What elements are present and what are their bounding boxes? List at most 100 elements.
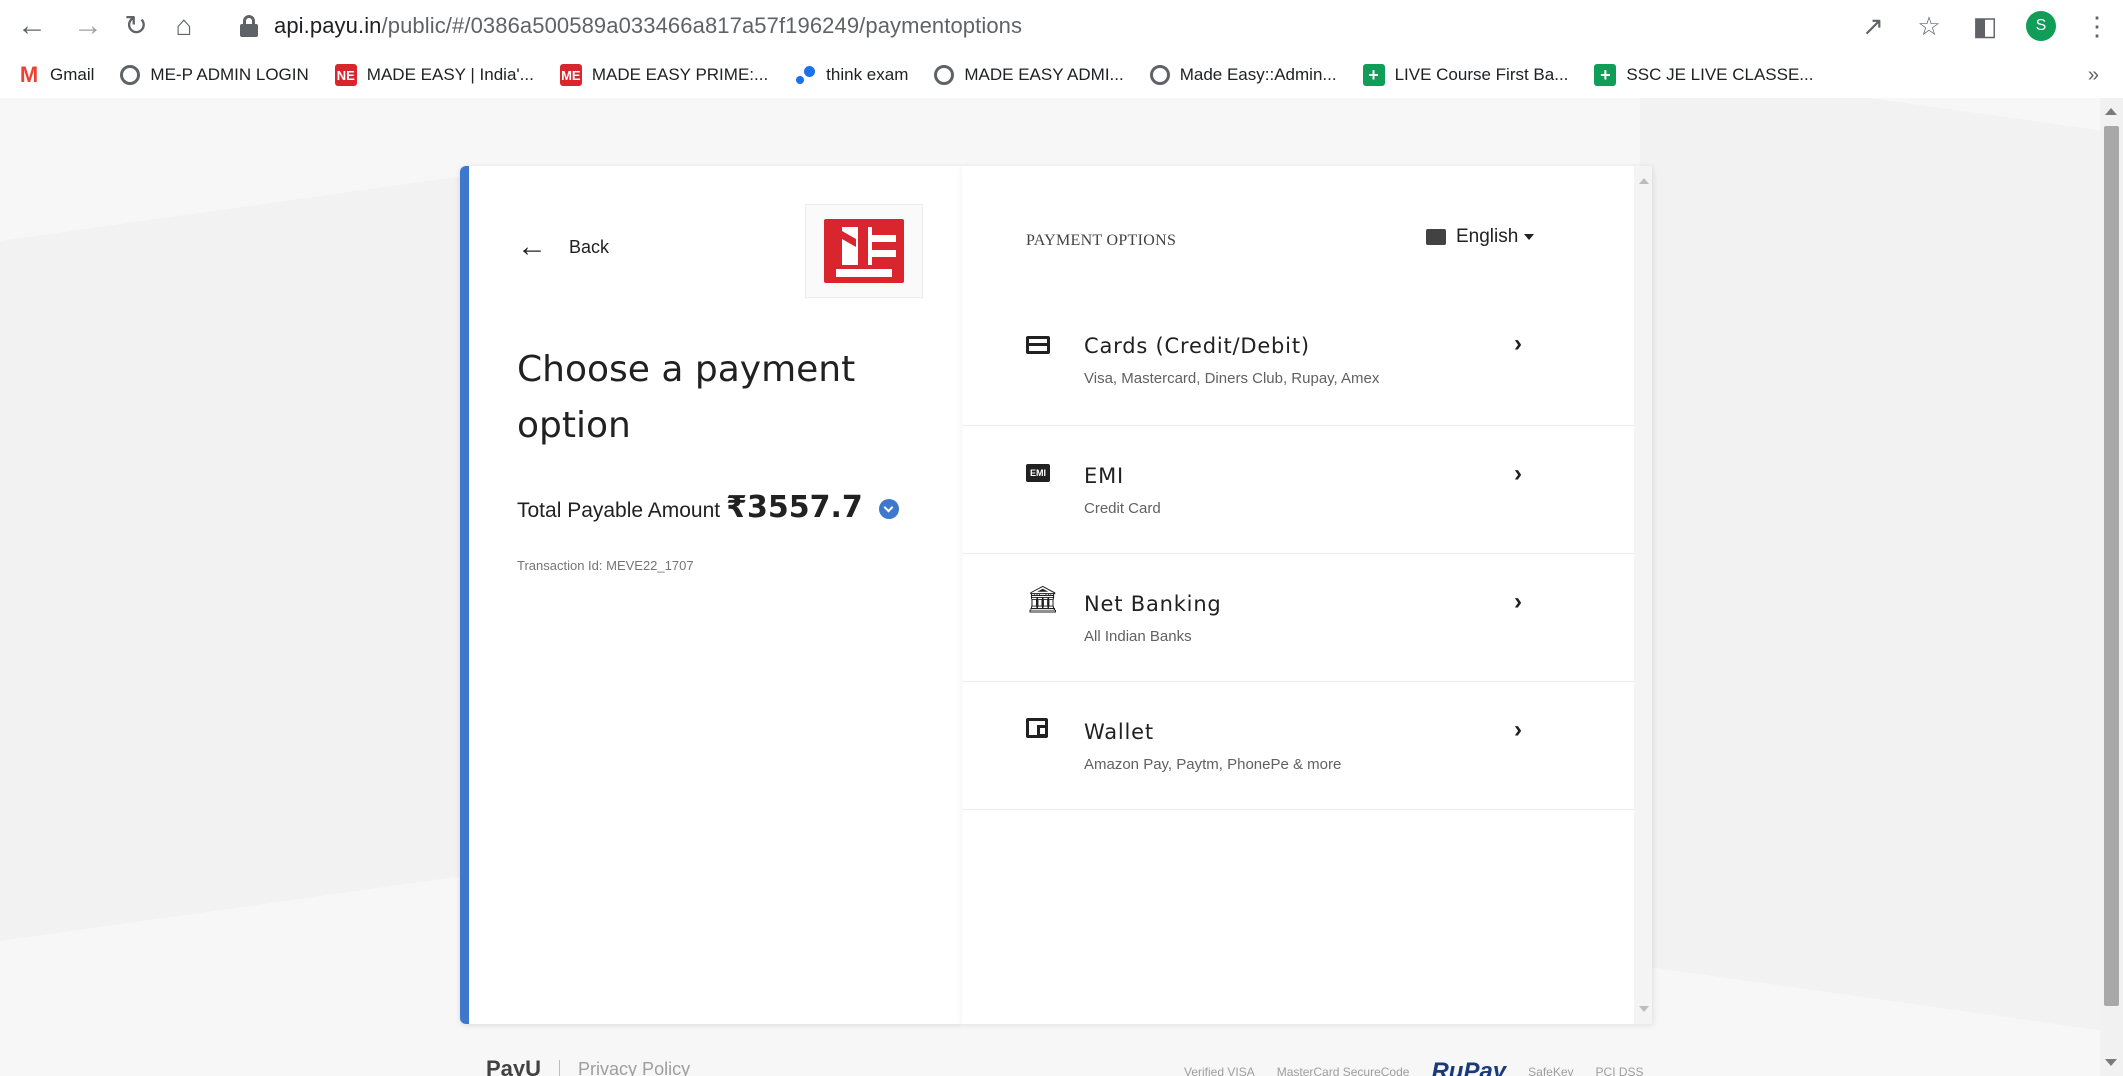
lock-icon[interactable]	[238, 14, 260, 38]
url-path: /public/#/0386a500589a033466a817a57f1962…	[381, 13, 1023, 38]
made-easy-icon: NE	[334, 64, 357, 86]
badge-mastercard: MasterCard SecureCode	[1276, 1065, 1410, 1076]
chevron-right-icon: ›	[1514, 330, 1522, 357]
merchant-logo	[805, 204, 923, 298]
language-selector[interactable]: English	[1426, 226, 1535, 248]
page-scrollbar[interactable]	[2100, 98, 2123, 1076]
order-summary-panel: ← Back Choose a payment option Total Pay…	[460, 166, 962, 1024]
payment-options-title: PAYMENT OPTIONS	[1026, 232, 1177, 249]
options-scrollbar[interactable]	[1634, 166, 1652, 1024]
back-button[interactable]: ← Back	[517, 232, 609, 262]
url-host: api.payu.in	[274, 13, 382, 38]
sheets-icon: +	[1362, 64, 1385, 86]
share-icon[interactable]: ↗	[1853, 6, 1893, 46]
back-arrow-icon[interactable]: ←	[14, 8, 50, 44]
chevron-right-icon: ›	[1514, 460, 1522, 487]
made-easy-prime-icon: ME	[559, 64, 582, 86]
menu-icon[interactable]: ⋮	[2077, 6, 2117, 46]
option-title: EMI	[1084, 464, 1124, 488]
home-icon[interactable]: ⌂	[166, 8, 202, 44]
caret-down-icon	[1524, 234, 1535, 240]
background-shape	[1640, 98, 2100, 1031]
globe-icon	[934, 65, 955, 85]
option-net-banking[interactable]: 🏛 Net Banking All Indian Banks ›	[962, 554, 1634, 682]
scroll-down-icon[interactable]	[1639, 1006, 1649, 1012]
made-easy-logo	[824, 219, 904, 283]
avatar: S	[2026, 11, 2056, 41]
bookmark-made-easy-prime[interactable]: ME MADE EASY PRIME:...	[559, 52, 769, 98]
bookmark-label: ME-P ADMIN LOGIN	[150, 65, 309, 84]
badge-visa: Verified VISA	[1184, 1065, 1255, 1076]
bookmark-made-easy[interactable]: NE MADE EASY | India'...	[334, 52, 534, 98]
bookmark-live-course[interactable]: + LIVE Course First Ba...	[1362, 52, 1569, 98]
bookmark-gmail[interactable]: M Gmail	[18, 52, 95, 98]
globe-icon	[120, 65, 141, 85]
bookmark-made-easy-admin-2[interactable]: Made Easy::Admin...	[1149, 52, 1337, 98]
card-icon	[1026, 336, 1050, 354]
translate-icon	[1426, 229, 1446, 245]
total-payable-amount: Total Payable Amount ₹3557.7	[517, 490, 899, 525]
wallet-icon	[1026, 718, 1048, 738]
bookmark-label: MADE EASY PRIME:...	[591, 65, 769, 84]
scrollbar-thumb[interactable]	[2104, 126, 2119, 1006]
footer-left: PayU Privacy Policy	[486, 1056, 690, 1076]
option-wallet[interactable]: Wallet Amazon Pay, Paytm, PhonePe & more…	[962, 682, 1634, 810]
star-icon[interactable]: ☆	[1909, 6, 1949, 46]
option-cards[interactable]: Cards (Credit/Debit) Visa, Mastercard, D…	[962, 300, 1634, 426]
sheets-icon: +	[1594, 64, 1617, 86]
option-subtitle: Visa, Mastercard, Diners Club, Rupay, Am…	[1084, 370, 1380, 387]
bookmark-label: Gmail	[50, 65, 95, 84]
toolbar-right: ↗ ☆ ◧ S ⋮	[1837, 6, 2123, 46]
background-shape	[0, 174, 470, 942]
chevron-right-icon: ›	[1514, 716, 1522, 743]
security-badges: Verified VISA MasterCard SecureCode RuPa…	[1184, 1058, 1666, 1076]
reload-icon[interactable]: ↻	[118, 8, 154, 44]
browser-toolbar: ← → ↻ ⌂ api.payu.in/public/#/0386a500589…	[0, 0, 2123, 52]
option-title: Net Banking	[1084, 592, 1222, 616]
footer-divider	[559, 1060, 561, 1076]
bookmark-ssc-je[interactable]: + SSC JE LIVE CLASSE...	[1594, 52, 1813, 98]
payment-options-panel: PAYMENT OPTIONS English Cards (Credit/De…	[962, 166, 1652, 1024]
chevron-right-icon: ›	[1514, 588, 1522, 615]
option-subtitle: Credit Card	[1084, 500, 1161, 517]
bookmark-made-easy-admin[interactable]: MADE EASY ADMI...	[934, 52, 1124, 98]
bookmark-mep-admin[interactable]: ME-P ADMIN LOGIN	[120, 52, 309, 98]
back-label: Back	[569, 236, 610, 257]
bookmark-label: MADE EASY | India'...	[366, 65, 534, 84]
emi-icon: EMI	[1026, 464, 1050, 482]
url-text[interactable]: api.payu.in/public/#/0386a500589a033466a…	[274, 13, 1022, 39]
profile-avatar[interactable]: S	[2021, 6, 2061, 46]
bookmark-think-exam[interactable]: think exam	[794, 52, 908, 98]
amount-label: Total Payable Amount	[517, 499, 721, 522]
bookmark-label: Made Easy::Admin...	[1179, 65, 1337, 84]
payu-logo: PayU	[486, 1056, 542, 1076]
bank-icon: 🏛	[1026, 584, 1060, 614]
option-title: Wallet	[1084, 720, 1154, 744]
forward-arrow-icon[interactable]: →	[70, 8, 106, 44]
transaction-id: Transaction Id: MEVE22_1707	[517, 558, 694, 573]
gmail-icon: M	[19, 62, 39, 87]
badge-pci-dss: PCI DSS	[1595, 1065, 1644, 1076]
more-bookmarks-icon[interactable]: »	[2088, 52, 2099, 98]
bookmark-label: think exam	[826, 65, 909, 84]
bookmark-label: LIVE Course First Ba...	[1394, 65, 1569, 84]
privacy-policy-link[interactable]: Privacy Policy	[578, 1059, 690, 1076]
address-bar[interactable]: api.payu.in/public/#/0386a500589a033466a…	[228, 6, 2028, 46]
option-subtitle: All Indian Banks	[1084, 628, 1192, 645]
language-label: English	[1456, 226, 1519, 247]
amount-value: ₹3557.7	[726, 490, 863, 525]
scroll-up-icon[interactable]	[1639, 178, 1649, 184]
badge-safekey: SafeKey	[1528, 1065, 1574, 1076]
back-arrow-icon: ←	[517, 230, 547, 263]
option-subtitle: Amazon Pay, Paytm, PhonePe & more	[1084, 756, 1342, 773]
scroll-up-icon[interactable]	[2105, 108, 2117, 115]
side-panel-icon[interactable]: ◧	[1965, 6, 2005, 46]
amount-details-toggle-icon[interactable]	[878, 499, 899, 519]
page-title: Choose a payment option	[517, 349, 856, 446]
bookmark-label: SSC JE LIVE CLASSE...	[1626, 65, 1814, 84]
option-title: Cards (Credit/Debit)	[1084, 334, 1310, 358]
badge-rupay: RuPay	[1431, 1058, 1507, 1076]
scroll-down-icon[interactable]	[2105, 1059, 2117, 1066]
bookmark-label: MADE EASY ADMI...	[964, 65, 1124, 84]
option-emi[interactable]: EMI EMI Credit Card ›	[962, 426, 1634, 554]
